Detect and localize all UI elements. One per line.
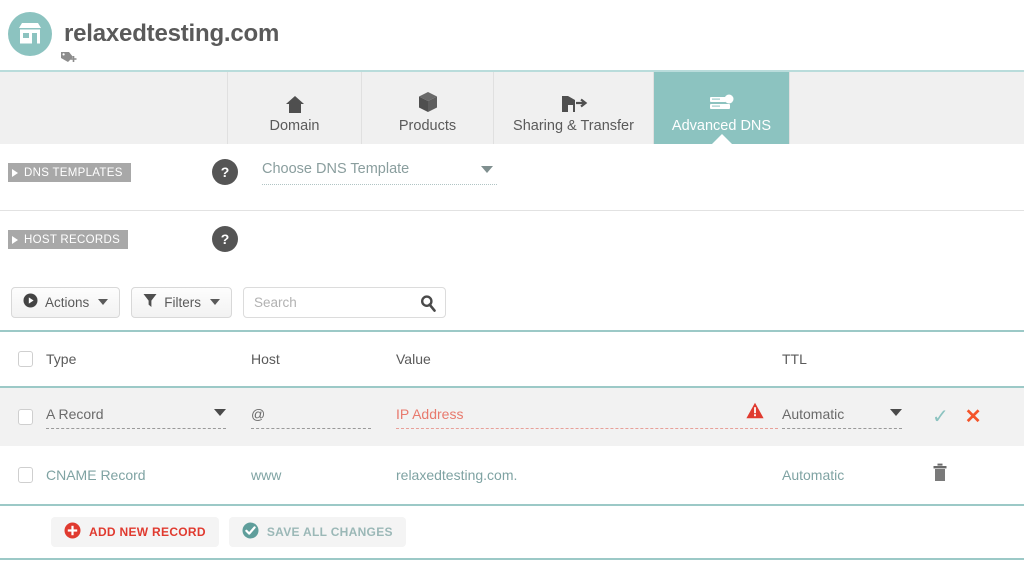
record-host-value: @ [251,405,266,422]
chevron-down-icon [890,408,902,416]
row-checkbox[interactable] [18,409,33,425]
tab-advanced-dns-label: Advanced DNS [671,118,772,134]
storefront-icon [8,12,52,56]
actions-button[interactable]: Actions [11,286,121,318]
row-select-cell [0,467,46,483]
select-all-checkbox[interactable] [18,351,33,367]
record-type-cell: A Record [46,406,251,429]
server-icon [708,86,736,114]
check-icon[interactable]: ✓ [932,407,949,427]
record-host-cell: @ [251,406,396,429]
chevron-down-icon [481,166,493,173]
tab-domain-label: Domain [269,118,320,134]
host-records-section: HOST RECORDS ? [0,211,1024,277]
record-type-value: A Record [46,405,104,422]
check-circle-icon [242,522,259,542]
record-ttl-cell: Automatic [782,406,932,429]
home-icon [284,86,306,114]
column-header-type: Type [46,351,77,367]
filters-button[interactable]: Filters [131,286,233,318]
plus-circle-icon [64,522,81,542]
warning-icon [746,402,764,422]
tabbar-right-spacer [789,72,1024,144]
row-select-cell [0,409,46,425]
record-type-select[interactable]: A Record [46,406,226,429]
row-checkbox[interactable] [18,467,33,483]
column-header-ttl: TTL [782,351,807,367]
box-icon [417,86,439,114]
row-actions: ✓ ✕ [932,407,1024,427]
main-tabbar: Domain Products Sharing & Transfer Advan… [0,70,1024,145]
column-header-host: Host [251,351,280,367]
records-footer: ADD NEW RECORD SAVE ALL CHANGES [0,506,1024,560]
tabbar-left-spacer [0,72,228,144]
tab-products[interactable]: Products [362,72,494,144]
page-title: relaxedtesting.com [64,20,280,47]
search-icon[interactable] [420,294,436,317]
play-circle-icon [23,293,38,311]
dns-template-select-value: Choose DNS Template [262,161,410,177]
save-all-changes-button[interactable]: SAVE ALL CHANGES [228,517,406,547]
table-header-row: Type Host Value TTL [0,332,1024,388]
search-box[interactable] [243,286,447,318]
save-all-changes-label: SAVE ALL CHANGES [266,525,393,539]
column-header-value: Value [396,351,431,367]
tag-plus-icon[interactable] [60,50,78,66]
chevron-down-icon [214,408,226,416]
tab-advanced-dns[interactable]: Advanced DNS [654,72,789,145]
chevron-down-icon [98,299,109,305]
transfer-icon [560,86,588,114]
host-records-help-icon[interactable]: ? [212,226,238,252]
record-ttl-value: Automatic [782,405,845,422]
table-row[interactable]: A Record @ IP Address Automatic ✓ ✕ [0,388,1024,446]
actions-button-label: Actions [45,294,90,310]
site-header: relaxedtesting.com [0,0,1024,70]
filters-button-label: Filters [164,294,202,310]
funnel-icon [143,293,157,311]
record-host-input[interactable]: @ [251,406,371,429]
select-all-cell [0,351,46,367]
tab-products-label: Products [398,118,457,134]
record-ttl-value: Automatic [782,467,845,483]
search-input[interactable] [244,287,446,317]
record-value-placeholder: IP Address [396,405,464,422]
close-icon[interactable]: ✕ [965,407,982,427]
host-records-table: Type Host Value TTL A Record @ IP Addres… [0,330,1024,506]
chevron-down-icon [210,299,221,305]
tab-sharing-transfer[interactable]: Sharing & Transfer [494,72,654,144]
record-host-value: www [251,467,282,483]
host-records-ribbon: HOST RECORDS [8,230,129,249]
trash-icon[interactable] [932,463,948,488]
add-new-record-label: ADD NEW RECORD [89,525,206,539]
row-actions [932,463,1024,488]
record-ttl-select[interactable]: Automatic [782,406,902,429]
dns-templates-help-icon[interactable]: ? [212,159,238,185]
record-value-cell: IP Address [396,402,782,429]
dns-templates-section: DNS TEMPLATES ? Choose DNS Template [0,144,1024,211]
tab-domain[interactable]: Domain [228,72,362,144]
add-new-record-button[interactable]: ADD NEW RECORD [51,517,219,547]
dns-templates-ribbon: DNS TEMPLATES [8,163,131,182]
table-row[interactable]: CNAME Record www relaxedtesting.com. Aut… [0,446,1024,504]
record-type-value: CNAME Record [46,467,146,483]
records-toolbar: Actions Filters [0,277,1024,327]
tab-sharing-transfer-label: Sharing & Transfer [513,118,634,134]
record-value-input[interactable]: IP Address [396,402,778,429]
dns-template-select[interactable]: Choose DNS Template [262,160,497,185]
record-value-value: relaxedtesting.com. [396,467,518,483]
